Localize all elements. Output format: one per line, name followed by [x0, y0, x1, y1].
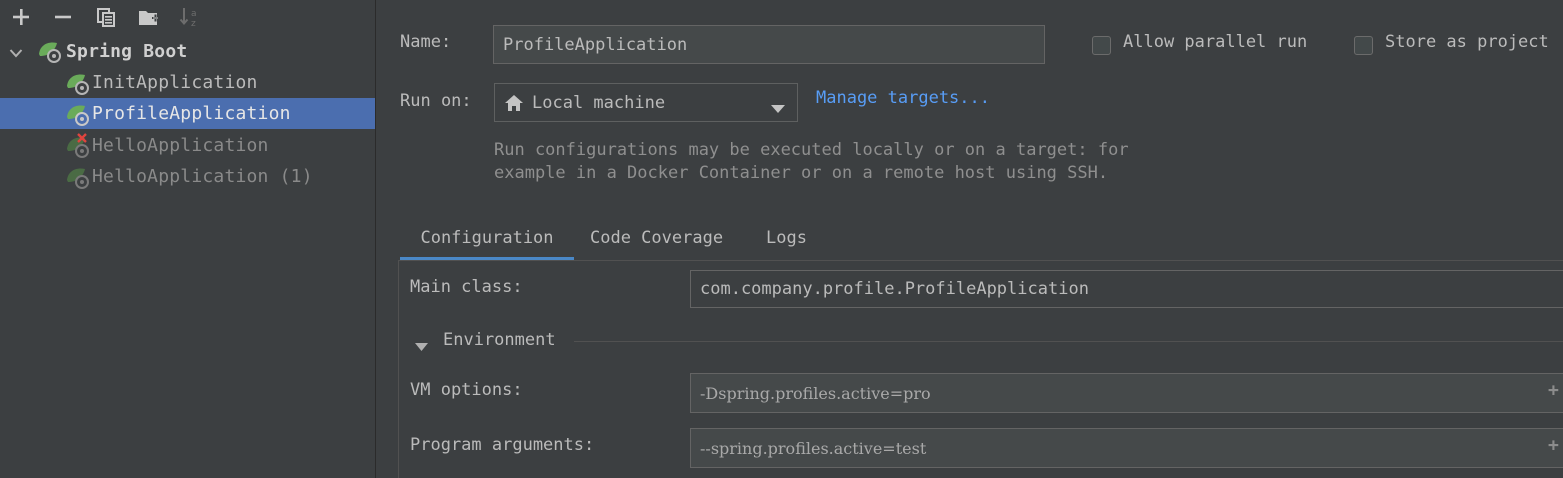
collapse-triangle-icon[interactable] — [415, 337, 429, 357]
run-config-tree-panel: az Spring Boot InitApplication ProfileAp… — [0, 0, 376, 478]
tab-label: Code Coverage — [590, 228, 724, 248]
run-on-label: Run on: — [400, 91, 472, 111]
home-icon — [504, 94, 524, 112]
spring-boot-icon — [38, 40, 64, 64]
tab-label: Logs — [766, 228, 807, 248]
tree-group-label: Spring Boot — [66, 41, 188, 62]
expand-icon[interactable]: + — [1548, 380, 1559, 401]
tree-item-label: ProfileApplication — [92, 103, 291, 124]
name-input[interactable]: ProfileApplication — [493, 25, 1045, 64]
run-on-value: Local machine — [532, 92, 666, 113]
allow-parallel-label: Allow parallel run — [1123, 32, 1308, 52]
tree-item-label: HelloApplication (1) — [92, 166, 313, 187]
section-divider — [574, 341, 1563, 342]
tab-code-coverage[interactable]: Code Coverage — [590, 216, 723, 260]
run-on-hint-line1: Run configurations may be executed local… — [494, 140, 1129, 160]
allow-parallel-checkbox[interactable] — [1092, 36, 1111, 55]
manage-targets-link[interactable]: Manage targets... — [816, 88, 990, 108]
svg-text:a: a — [191, 9, 197, 19]
main-class-input[interactable]: com.company.profile.ProfileApplication — [690, 270, 1563, 308]
tree-item-init-application[interactable]: InitApplication — [0, 67, 375, 98]
expand-icon[interactable]: + — [1548, 435, 1559, 456]
tree-group-spring-boot[interactable]: Spring Boot — [0, 36, 375, 67]
program-arguments-input[interactable]: --spring.profiles.active=test — [690, 428, 1563, 468]
tree-item-hello-application[interactable]: HelloApplication — [0, 130, 375, 161]
spring-boot-icon — [66, 72, 92, 96]
run-on-select[interactable]: Local machine — [494, 83, 798, 122]
tab-configuration[interactable]: Configuration — [400, 216, 574, 260]
chevron-down-icon[interactable] — [9, 44, 23, 64]
spring-boot-icon — [66, 166, 92, 190]
tree-item-profile-application[interactable]: ProfileApplication — [0, 98, 375, 129]
tab-label: Configuration — [420, 228, 554, 248]
sort-az-icon[interactable]: az — [178, 4, 204, 30]
name-label: Name: — [400, 32, 452, 52]
spring-boot-icon — [66, 103, 92, 127]
tree-item-hello-application-1[interactable]: HelloApplication (1) — [0, 161, 375, 192]
spring-boot-error-icon — [66, 133, 92, 158]
add-icon[interactable] — [8, 4, 34, 30]
svg-text:z: z — [191, 19, 196, 28]
environment-section-label: Environment — [443, 330, 556, 350]
main-class-label: Main class: — [410, 277, 523, 297]
store-as-project-label: Store as project — [1385, 32, 1549, 52]
store-as-project-checkbox[interactable] — [1354, 36, 1373, 55]
remove-icon[interactable] — [50, 4, 76, 30]
tab-logs[interactable]: Logs — [766, 216, 807, 260]
run-on-hint-line2: example in a Docker Container or on a re… — [494, 163, 1109, 183]
tree-item-label: HelloApplication — [92, 135, 269, 156]
program-arguments-label: Program arguments: — [410, 435, 595, 455]
copy-icon[interactable] — [93, 4, 119, 30]
tree-item-label: InitApplication — [92, 72, 258, 93]
chevron-down-icon — [771, 99, 785, 119]
vm-options-label: VM options: — [410, 380, 523, 400]
vm-options-input[interactable]: -Dspring.profiles.active=pro — [690, 373, 1563, 413]
folder-add-icon[interactable] — [136, 4, 162, 30]
